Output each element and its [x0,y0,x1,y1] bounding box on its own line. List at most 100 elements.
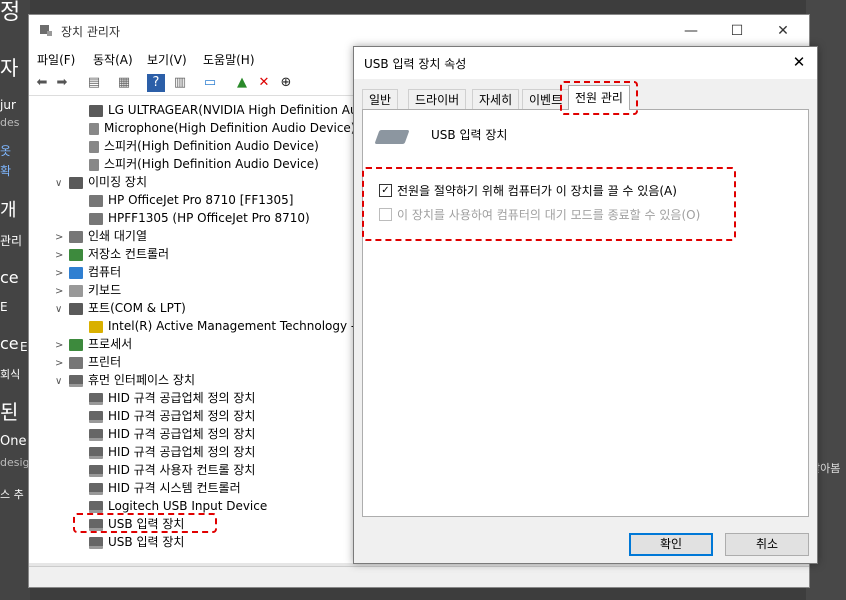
warning-icon [89,320,103,333]
bg-fragment: ce [0,268,19,287]
tab-general[interactable]: 일반 [362,89,399,110]
speaker-icon [89,140,99,153]
camera-icon [69,176,83,189]
bg-fragment: des [0,116,20,129]
bg-fragment: 확 [0,164,12,178]
bg-fragment: One [0,434,27,449]
dialog-title: USB 입력 장치 속성 [364,57,467,71]
allow-power-off-checkbox[interactable]: ✓ 전원을 절약하기 위해 컴퓨터가 이 장치를 끌 수 있음(A) [379,182,677,200]
tree-item[interactable]: HPFF1305 (HP OfficeJet Pro 8710) [89,209,310,227]
help-icon[interactable]: ? [147,74,165,92]
tree-category-imaging[interactable]: ∨ 이미징 장치 [55,173,147,191]
monitor-icon [89,104,103,117]
download-icon[interactable]: ⊕ [277,74,295,92]
bg-fragment: 회식 [0,368,21,381]
tree-item[interactable]: HID 규격 사용자 컨트롤 장치 [89,461,255,479]
bg-fragment: 된 [0,400,19,424]
update-driver-icon[interactable]: ▲ [233,74,251,92]
hid-icon [89,518,103,531]
bg-fragment: 스 추 [0,488,24,501]
minimize-button[interactable]: — [677,21,705,41]
tab-driver[interactable]: 드라이버 [408,89,467,110]
tree-category-print-queue[interactable]: > 인쇄 대기열 [55,227,147,245]
dialog-close-button[interactable]: ✕ [789,53,809,71]
maximize-button[interactable]: ☐ [723,21,751,41]
properties-dialog: USB 입력 장치 속성 ✕ 일반 드라이버 자세히 이벤트 전원 관리 USB… [353,46,818,564]
bg-fragment: jur [0,98,16,112]
allow-wake-checkbox[interactable]: 이 장치를 사용하여 컴퓨터의 대기 모드를 종료할 수 있음(O) [379,206,700,224]
keyboard-icon [69,284,83,297]
hid-icon [89,446,103,459]
forward-arrow-icon[interactable]: ➡ [53,74,71,92]
tree-category-computer[interactable]: > 컴퓨터 [55,263,121,281]
hid-icon [89,464,103,477]
hid-icon [89,410,103,423]
uninstall-icon[interactable]: ✕ [255,74,273,92]
properties-icon[interactable]: ▦ [115,74,133,92]
tree-item[interactable]: Microphone(High Definition Audio Device) [89,119,353,137]
tree-category-hid[interactable]: ∨ 휴먼 인터페이스 장치 [55,371,195,389]
tree-item[interactable]: HP OfficeJet Pro 8710 [FF1305] [89,191,293,209]
tree-item-usb-input-selected[interactable]: USB 입력 장치 [89,515,184,533]
ok-button[interactable]: 확인 [629,533,713,556]
tree-item[interactable]: LG ULTRAGEAR(NVIDIA High Definition Audi [89,101,353,119]
tree-item[interactable]: 스피커(High Definition Audio Device) [89,155,319,173]
hid-icon [89,428,103,441]
show-hide-tree-icon[interactable]: ▤ [85,74,103,92]
chevron-down-icon[interactable]: ∨ [55,373,69,391]
power-management-panel: USB 입력 장치 ✓ 전원을 절약하기 위해 컴퓨터가 이 장치를 끌 수 있음… [362,109,809,517]
bg-fragment: ce [0,334,19,353]
menu-file[interactable]: 파일(F) [37,51,75,68]
tree-item[interactable]: HID 규격 공급업체 정의 장치 [89,407,255,425]
tree-category-processor[interactable]: > 프로세서 [55,335,132,353]
bg-fragment: E [0,300,8,314]
back-arrow-icon[interactable]: ⬅ [33,74,51,92]
tree-item[interactable]: HID 규격 공급업체 정의 장치 [89,443,255,461]
usb-device-icon [374,130,410,144]
tree-item[interactable]: 스피커(High Definition Audio Device) [89,137,319,155]
scanner-icon [89,212,103,225]
view-icon[interactable]: ▥ [171,74,189,92]
bg-fragment: 개 [0,200,17,221]
cancel-button[interactable]: 취소 [725,533,809,556]
tree-category-storage[interactable]: > 저장소 컨트롤러 [55,245,169,263]
chevron-down-icon[interactable]: ∨ [55,301,69,319]
status-bar [29,566,809,587]
storage-icon [69,248,83,261]
tree-category-keyboard[interactable]: > 키보드 [55,281,121,299]
chevron-down-icon[interactable]: ∨ [55,175,69,193]
bg-fragment: 정 [0,0,21,25]
hid-icon [69,374,83,387]
tree-category-printer[interactable]: > 프린터 [55,353,121,371]
checkmark-icon[interactable]: ✓ [379,184,392,197]
menu-help[interactable]: 도움말(H) [203,51,255,68]
device-name: USB 입력 장치 [431,128,508,142]
tree-item[interactable]: USB 입력 장치 [89,533,184,551]
device-manager-titlebar[interactable]: 장치 관리자 — ☐ ✕ [29,15,809,49]
scan-hardware-icon[interactable]: ▭ [201,74,219,92]
tree-category-ports[interactable]: ∨ 포트(COM & LPT) [55,299,186,317]
dialog-titlebar[interactable]: USB 입력 장치 속성 ✕ [354,47,817,79]
bg-fragment: 자 [0,56,19,80]
computer-icon [69,266,83,279]
tree-item[interactable]: HID 규격 시스템 컨트롤러 [89,479,241,497]
tree-item[interactable]: HID 규격 공급업체 정의 장치 [89,425,255,443]
tab-events[interactable]: 이벤트 [522,89,570,110]
bg-fragment: E [20,340,28,354]
device-manager-title: 장치 관리자 [61,25,121,39]
close-button[interactable]: ✕ [769,21,797,41]
tree-item[interactable]: Logitech USB Input Device [89,497,267,515]
device-tree: LG ULTRAGEAR(NVIDIA High Definition Audi… [29,99,353,565]
tab-details[interactable]: 자세히 [472,89,520,110]
tree-item[interactable]: Intel(R) Active Management Technology - … [89,317,353,335]
tree-item[interactable]: HID 규격 공급업체 정의 장치 [89,389,255,407]
hid-icon [89,536,103,549]
hid-icon [89,482,103,495]
bg-fragment: 관리 [0,234,23,248]
speaker-icon [89,158,99,171]
tab-power-management[interactable]: 전원 관리 [568,85,630,110]
menu-view[interactable]: 보기(V) [147,51,187,68]
menu-action[interactable]: 동작(A) [93,51,133,68]
bg-fragment: desig [0,456,30,469]
device-manager-icon [40,25,52,36]
